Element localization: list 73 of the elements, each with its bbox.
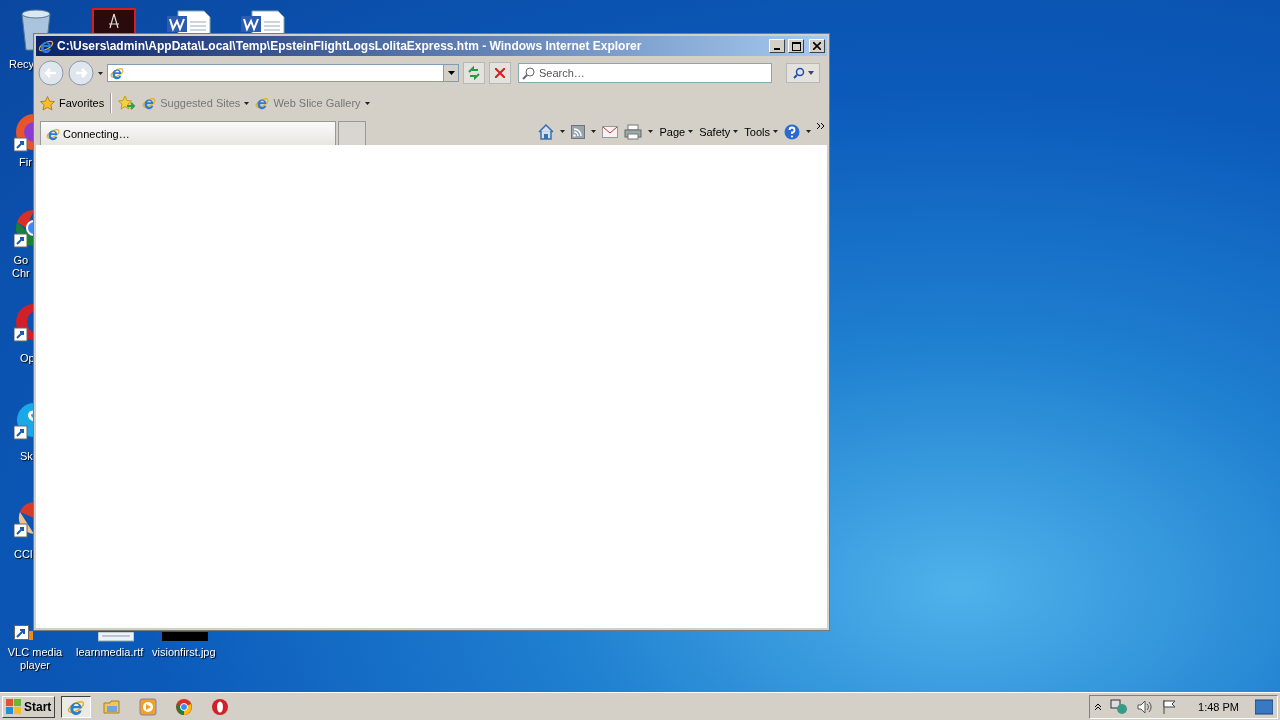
- icon-label: learnmedia.rtf: [76, 646, 144, 659]
- volume-icon[interactable]: [1136, 698, 1155, 715]
- word-document-icon[interactable]: [166, 10, 212, 34]
- minimize-button[interactable]: [769, 39, 785, 53]
- icon-label: VLC media player: [6, 646, 64, 672]
- caret-icon: [807, 71, 814, 75]
- stop-button[interactable]: [489, 62, 511, 84]
- dropdown-button[interactable]: [443, 65, 458, 81]
- maximize-icon: [791, 41, 801, 51]
- firefox-icon[interactable]: [14, 112, 34, 152]
- chevron-icon[interactable]: [817, 122, 825, 130]
- icon-label: CCl: [14, 548, 33, 561]
- close-icon: [813, 42, 821, 50]
- caret-icon[interactable]: [364, 101, 370, 105]
- image-file-icon[interactable]: [162, 632, 208, 642]
- document-icon[interactable]: [92, 8, 136, 34]
- window-title: C:\Users\admin\AppData\Local\Temp\EpsteinFlightLogsLolitaExpress.htm - Windows Internet Explorer: [57, 39, 643, 53]
- search-icon: [522, 67, 535, 80]
- windows-logo-icon: [6, 698, 22, 715]
- caret-icon: [447, 71, 455, 75]
- search-field[interactable]: Search…: [518, 63, 772, 83]
- icon-label: Fir: [19, 156, 32, 169]
- print-icon[interactable]: [624, 123, 643, 140]
- caret-icon[interactable]: [806, 130, 811, 133]
- help-icon[interactable]: [784, 123, 800, 140]
- close-button[interactable]: [809, 39, 825, 53]
- caret-icon[interactable]: [733, 130, 739, 133]
- star-icon: [40, 95, 55, 111]
- start-button[interactable]: Start: [2, 695, 56, 718]
- refresh-icon: [467, 66, 481, 80]
- maximize-button[interactable]: [788, 39, 804, 53]
- ie-icon: [38, 38, 54, 54]
- opera-icon[interactable]: [14, 302, 34, 342]
- caret-icon[interactable]: [560, 130, 566, 133]
- media-player-icon: [139, 697, 158, 716]
- home-icon[interactable]: [538, 123, 555, 140]
- command-menu[interactable]: Page: [659, 125, 694, 138]
- ie-icon: [255, 96, 270, 110]
- browser-tab[interactable]: Connecting…: [40, 121, 336, 145]
- taskbar-app[interactable]: [61, 695, 92, 718]
- back-button[interactable]: [38, 60, 64, 86]
- icon-label: Sk: [20, 450, 33, 463]
- ie-icon: [142, 96, 157, 110]
- word-document-icon[interactable]: [240, 10, 286, 34]
- chevron-icon[interactable]: [1094, 702, 1103, 711]
- icon-label: Recy: [9, 58, 35, 71]
- address-field[interactable]: [107, 64, 459, 82]
- folder-icon: [103, 697, 122, 716]
- caret-icon[interactable]: [648, 130, 654, 133]
- caret-icon[interactable]: [688, 130, 694, 133]
- vlc-icon[interactable]: [14, 624, 33, 641]
- show-desktop-icon[interactable]: [1255, 698, 1273, 715]
- ie-icon: [46, 126, 60, 141]
- caret-icon[interactable]: [591, 130, 597, 133]
- feed-icon[interactable]: [571, 124, 586, 139]
- icon-label: Go Chr: [12, 254, 30, 280]
- history-caret-icon[interactable]: [98, 71, 103, 75]
- search-button[interactable]: [786, 63, 820, 83]
- refresh-button[interactable]: [463, 62, 485, 84]
- opera-icon: [211, 697, 230, 716]
- search-icon: [792, 67, 805, 79]
- stop-icon: [495, 68, 505, 78]
- clock[interactable]: 1:48 PM: [1198, 700, 1239, 713]
- command-menu[interactable]: Safety: [699, 125, 739, 138]
- caret-icon[interactable]: [773, 130, 778, 133]
- ie-icon: [110, 66, 124, 80]
- icon-label: visionfirst.jpg: [152, 646, 216, 659]
- network-icon[interactable]: [1110, 698, 1129, 715]
- favorites-button[interactable]: Favorites: [40, 95, 105, 111]
- caret-icon[interactable]: [244, 101, 250, 105]
- chrome-icon: [175, 697, 194, 716]
- command-menu[interactable]: Tools: [744, 125, 778, 138]
- mail-icon[interactable]: [602, 125, 619, 138]
